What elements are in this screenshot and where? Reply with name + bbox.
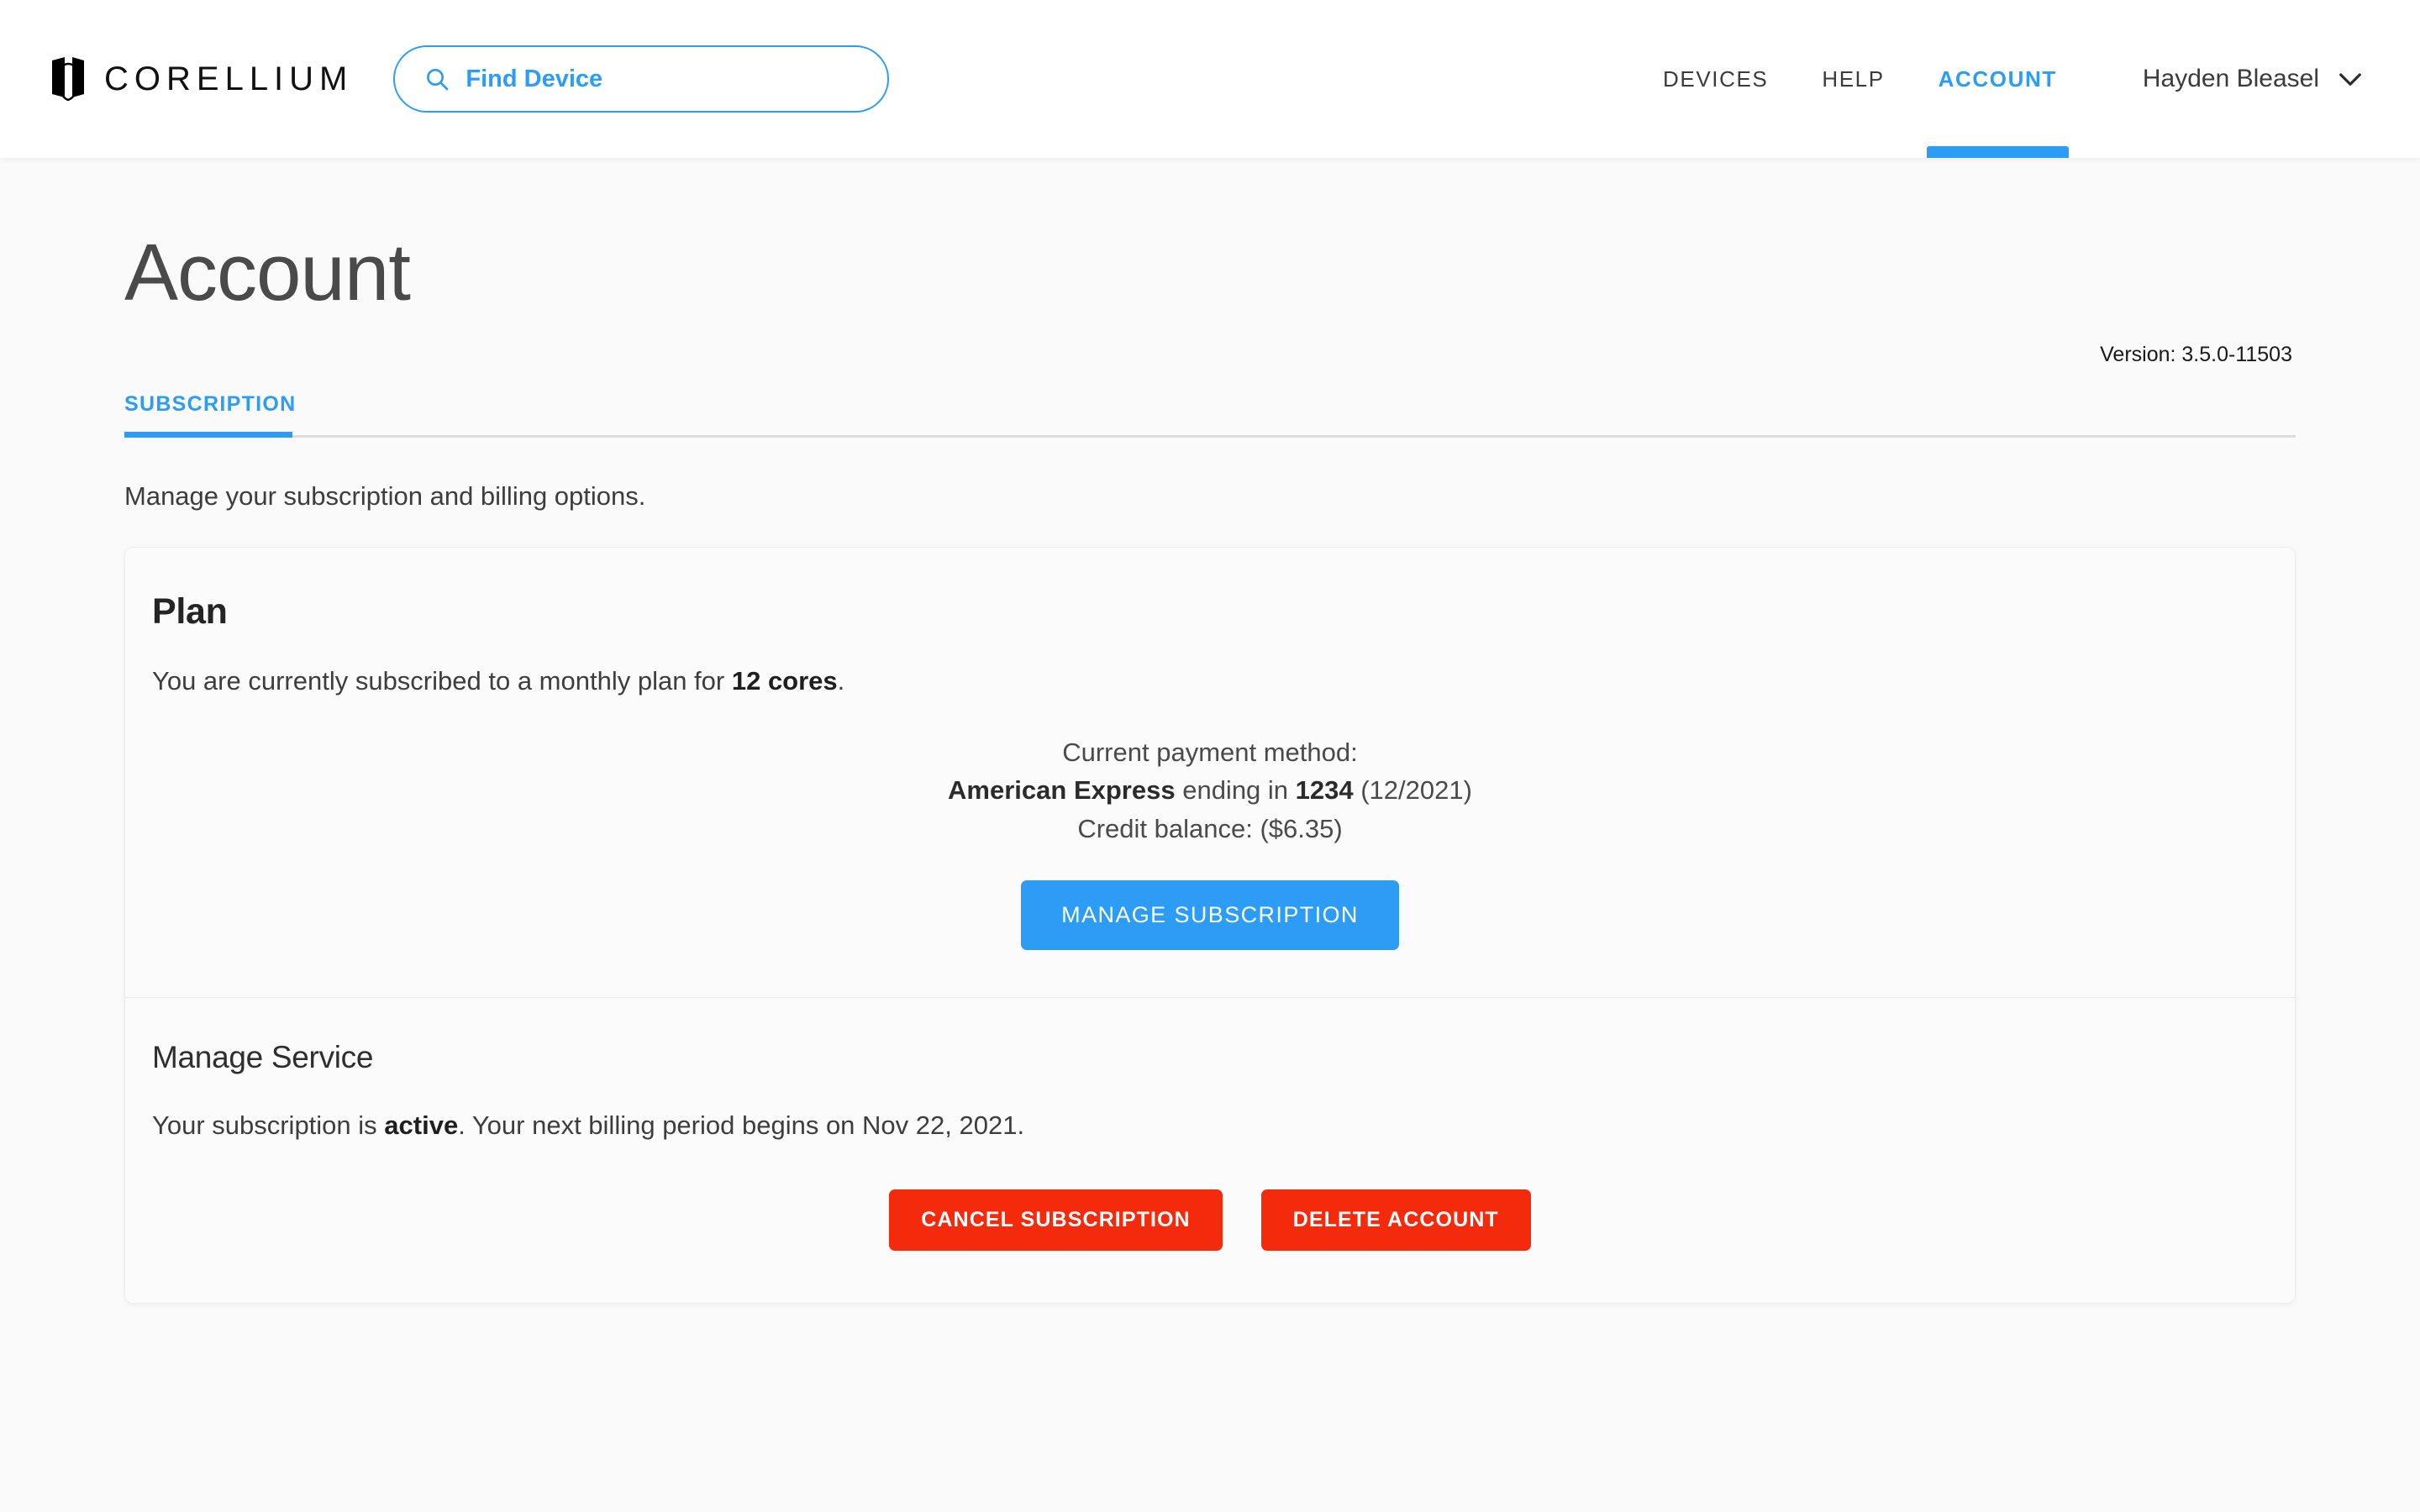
danger-actions: CANCEL SUBSCRIPTION DELETE ACCOUNT (152, 1189, 2268, 1252)
plan-text-suffix: . (837, 665, 845, 696)
plan-cores-value: 12 cores (731, 665, 838, 696)
payment-card-line: American Express ending in 1234 (12/2021… (152, 771, 2268, 810)
plan-description: You are currently subscribed to a monthl… (152, 666, 2268, 696)
manage-service-heading: Manage Service (152, 1040, 374, 1075)
primary-nav: DEVICES HELP ACCOUNT Hayden Bleasel (1636, 0, 2363, 158)
nav-link-help[interactable]: HELP (1795, 0, 1911, 158)
card-expiry: (12/2021) (1353, 775, 1472, 806)
version-label: Version: 3.5.0-11503 (2100, 342, 2292, 366)
page-content: Account Version: 3.5.0-11503 SUBSCRIPTIO… (0, 158, 2420, 1305)
plan-section: Plan You are currently subscribed to a m… (125, 548, 2295, 998)
tab-bar: SUBSCRIPTION (124, 392, 2296, 438)
user-name: Hayden Bleasel (2142, 65, 2319, 92)
brand-name: CORELLIUM (104, 60, 354, 97)
delete-account-button[interactable]: DELETE ACCOUNT (1260, 1189, 1531, 1252)
manage-subscription-button[interactable]: MANAGE SUBSCRIPTION (1021, 880, 1399, 951)
status-badge: active (384, 1110, 459, 1141)
status-suffix: . Your next billing period begins on Nov… (458, 1110, 1025, 1141)
payment-block: Current payment method: American Express… (152, 733, 2268, 951)
manage-service-section: Manage Service Your subscription is acti… (125, 997, 2295, 1303)
top-navbar: CORELLIUM DEVICES HELP ACCOUNT Hayden Bl… (0, 0, 2420, 158)
nav-link-devices[interactable]: DEVICES (1636, 0, 1795, 158)
chevron-down-icon (2338, 71, 2363, 87)
credit-balance: Credit balance: ($6.35) (1077, 814, 1343, 844)
search-icon (424, 66, 450, 92)
search-input[interactable] (466, 65, 860, 93)
cancel-subscription-button[interactable]: CANCEL SUBSCRIPTION (889, 1189, 1223, 1252)
card-middle-text: ending in (1175, 775, 1296, 806)
subscription-card: Plan You are currently subscribed to a m… (124, 546, 2296, 1305)
brand-logo[interactable]: CORELLIUM (50, 55, 353, 102)
payment-method-label: Current payment method: (1062, 737, 1358, 767)
page-subtitle: Manage your subscription and billing opt… (124, 480, 646, 511)
plan-heading: Plan (152, 591, 228, 632)
search-box[interactable] (393, 45, 890, 113)
user-menu[interactable]: Hayden Bleasel (2143, 65, 2363, 93)
subscription-status-line: Your subscription is active. Your next b… (152, 1110, 2268, 1141)
status-prefix: Your subscription is (152, 1110, 385, 1141)
card-last4: 1234 (1295, 775, 1354, 806)
corellium-logo-icon (50, 55, 86, 102)
nav-link-account[interactable]: ACCOUNT (1912, 0, 2084, 158)
card-brand: American Express (948, 775, 1176, 806)
tab-subscription[interactable]: SUBSCRIPTION (124, 392, 295, 438)
plan-text-prefix: You are currently subscribed to a monthl… (152, 665, 732, 696)
page-title: Account (124, 228, 411, 318)
